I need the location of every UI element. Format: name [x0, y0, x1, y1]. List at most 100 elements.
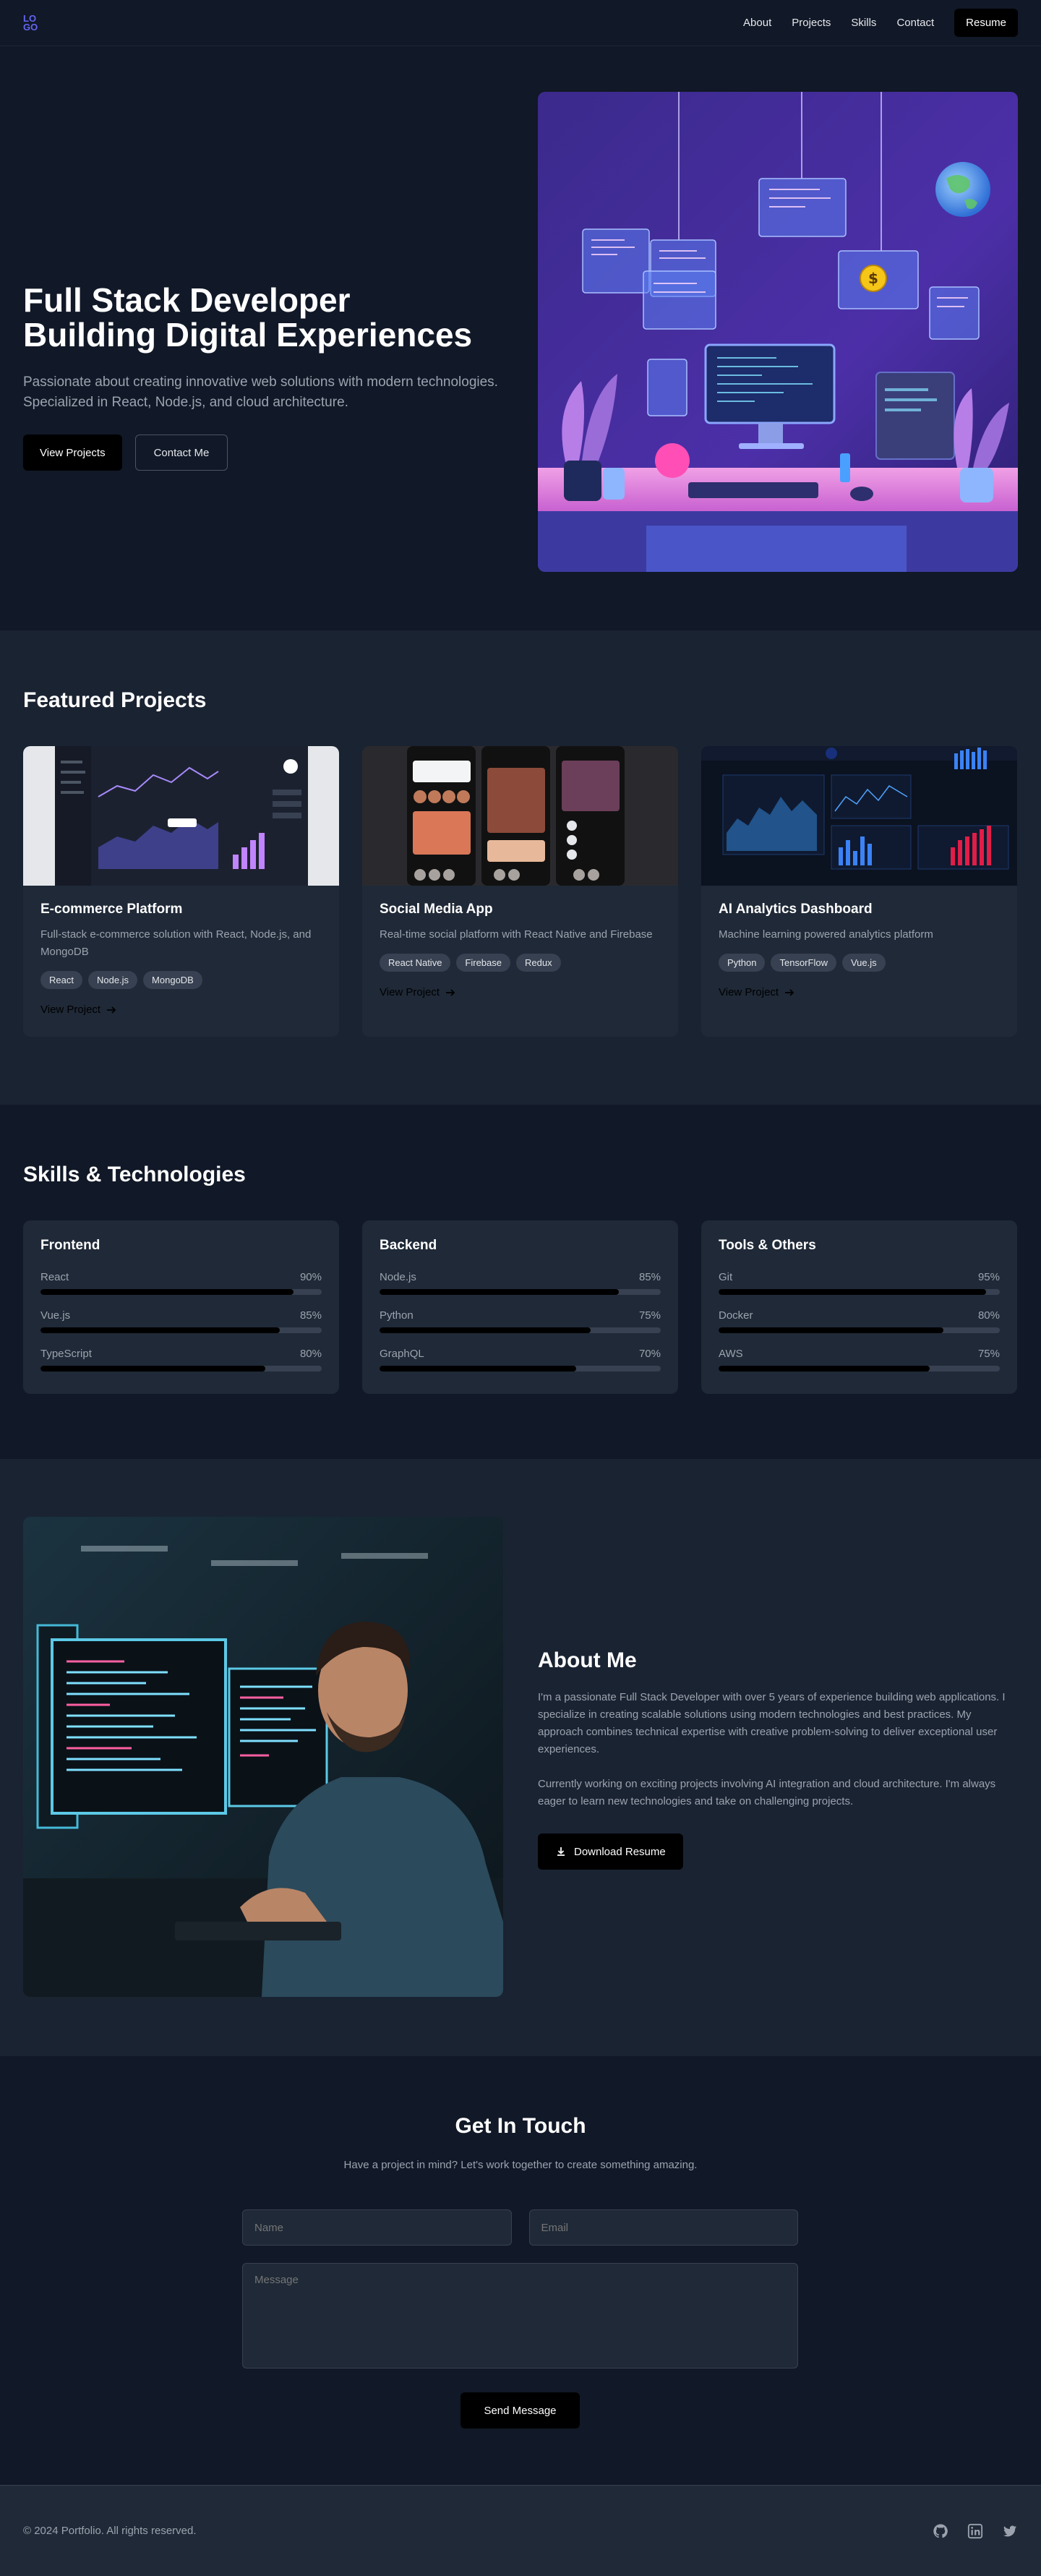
twitter-icon[interactable] — [1002, 2523, 1018, 2539]
project-title: E-commerce Platform — [40, 902, 183, 917]
coin-symbol: $ — [868, 270, 878, 287]
skill-group-title: Tools & Others — [719, 1238, 816, 1253]
tag: React Native — [380, 954, 451, 972]
skill-progress-bar — [380, 1289, 661, 1295]
skills-grid: Frontend React 90% Vue.js 85% TypeScript 80… — [23, 1220, 1018, 1394]
contact-title: Get In Touch — [455, 2114, 586, 2138]
skill-group-card: Backend Node.js 85% Python 75% GraphQL 70% — [362, 1220, 678, 1394]
project-title: AI Analytics Dashboard — [719, 902, 873, 917]
email-field[interactable] — [528, 2209, 798, 2246]
view-project-link[interactable]: View Project — [719, 986, 794, 998]
skill-progress-fill — [40, 1327, 280, 1333]
dashboard-screenshot — [23, 746, 339, 886]
view-projects-button[interactable]: View Projects — [23, 435, 122, 471]
send-message-button[interactable]: Send Message — [460, 2392, 580, 2429]
skill-progress-fill — [719, 1327, 944, 1333]
about-section: About Me I'm a passionate Full Stack Dev… — [0, 1459, 1041, 2056]
view-project-link[interactable]: View Project — [380, 986, 455, 998]
skill-percent: 85% — [299, 1309, 322, 1322]
nav-link-skills[interactable]: Skills — [851, 17, 876, 29]
project-card[interactable]: AI Analytics Dashboard Machine learning … — [701, 746, 1017, 1037]
linkedin-icon[interactable] — [967, 2523, 983, 2539]
analytics-dashboard-screenshot — [701, 746, 1017, 886]
contact-subtitle: Have a project in mind? Let's work toget… — [343, 2159, 698, 2171]
nav-links: About Projects Skills Contact Resume — [743, 9, 1018, 37]
skill-name: Docker — [719, 1309, 753, 1322]
skill-group-title: Backend — [380, 1238, 437, 1253]
nav-link-contact[interactable]: Contact — [896, 17, 934, 29]
project-thumbnail-ecommerce — [23, 746, 339, 886]
skill-group-card: Tools & Others Git 95% Docker 80% AWS 75% — [701, 1220, 1017, 1394]
copyright: © 2024 Portfolio. All rights reserved. — [23, 2525, 197, 2537]
skill-group-title: Frontend — [40, 1238, 100, 1253]
skill-percent: 80% — [299, 1348, 322, 1360]
skill-progress-bar — [40, 1289, 322, 1295]
download-icon — [557, 1847, 565, 1856]
skill-row: Vue.js 85% — [40, 1309, 322, 1333]
skill-percent: 85% — [638, 1271, 661, 1283]
contact-me-button[interactable]: Contact Me — [134, 435, 228, 471]
skill-percent: 90% — [299, 1271, 322, 1283]
workspace-illustration: $ — [538, 92, 1018, 572]
tag: Node.js — [87, 971, 138, 989]
skill-name: Vue.js — [40, 1309, 71, 1322]
name-field[interactable] — [242, 2209, 512, 2246]
view-project-label: View Project — [40, 1004, 101, 1016]
skills-section: Skills & Technologies Frontend React 90% … — [0, 1105, 1041, 1459]
tag: Firebase — [456, 954, 510, 972]
hero-section: Full Stack Developer Building Digital Ex… — [0, 46, 1041, 630]
github-icon[interactable] — [933, 2523, 948, 2539]
skills-title: Skills & Technologies — [23, 1163, 246, 1186]
skill-progress-bar — [380, 1366, 661, 1372]
skill-group-card: Frontend React 90% Vue.js 85% TypeScript 80… — [23, 1220, 339, 1394]
view-project-label: View Project — [380, 986, 440, 998]
skill-row: Python 75% — [380, 1309, 661, 1333]
hero-title-line-1: Full Stack Developer — [23, 281, 351, 319]
developer-photo — [23, 1517, 503, 1997]
tag: MongoDB — [143, 971, 202, 989]
tag: React — [40, 971, 82, 989]
logo[interactable]: LO GO — [23, 14, 45, 32]
nav-link-projects[interactable]: Projects — [792, 17, 831, 29]
project-description: Full-stack e-commerce solution with Reac… — [40, 928, 312, 958]
hero-buttons: View Projects Contact Me — [23, 435, 500, 471]
hero-text: Full Stack Developer Building Digital Ex… — [23, 283, 500, 471]
projects-section: Featured Projects E-commerce Platform Fu… — [0, 630, 1041, 1105]
view-project-label: View Project — [719, 986, 779, 998]
skill-percent: 75% — [638, 1309, 661, 1322]
tag: Vue.js — [841, 954, 886, 972]
skill-name: TypeScript — [40, 1348, 92, 1360]
project-tags: React Native Firebase Redux — [380, 954, 661, 972]
hero-title: Full Stack Developer Building Digital Ex… — [23, 283, 500, 352]
skill-name: React — [40, 1271, 69, 1283]
project-tags: Python TensorFlow Vue.js — [719, 954, 1000, 972]
contact-form: Send Message — [242, 2209, 798, 2429]
project-title: Social Media App — [380, 902, 493, 917]
resume-button[interactable]: Resume — [954, 9, 1018, 37]
about-photo — [23, 1517, 503, 1997]
skill-row: AWS 75% — [719, 1348, 1000, 1372]
download-resume-label: Download Resume — [574, 1845, 666, 1858]
view-project-link[interactable]: View Project — [40, 1004, 116, 1016]
skill-progress-fill — [719, 1289, 986, 1295]
hero-illustration: $ — [538, 92, 1018, 572]
hero-title-line-2: Building Digital Experiences — [23, 316, 473, 354]
skill-row: TypeScript 80% — [40, 1348, 322, 1372]
project-description: Machine learning powered analytics platf… — [719, 928, 933, 941]
project-card[interactable]: Social Media App Real-time social platfo… — [362, 746, 678, 1037]
top-navigation: LO GO About Projects Skills Contact Resu… — [0, 0, 1041, 46]
message-field[interactable] — [242, 2263, 798, 2369]
project-card[interactable]: E-commerce Platform Full-stack e-commerc… — [23, 746, 339, 1037]
tag: TensorFlow — [771, 954, 836, 972]
project-card-body: E-commerce Platform Full-stack e-commerc… — [23, 886, 339, 1037]
project-thumbnail-analytics — [701, 746, 1017, 886]
mobile-app-screenshot — [362, 746, 678, 886]
download-resume-button[interactable]: Download Resume — [538, 1833, 683, 1870]
social-links — [933, 2523, 1018, 2539]
about-text: About Me I'm a passionate Full Stack Dev… — [538, 1648, 1018, 1870]
skill-progress-fill — [40, 1289, 294, 1295]
arrow-right-icon — [446, 988, 455, 996]
nav-link-about[interactable]: About — [743, 17, 771, 29]
skill-progress-bar — [40, 1366, 322, 1372]
skill-progress-fill — [380, 1289, 619, 1295]
